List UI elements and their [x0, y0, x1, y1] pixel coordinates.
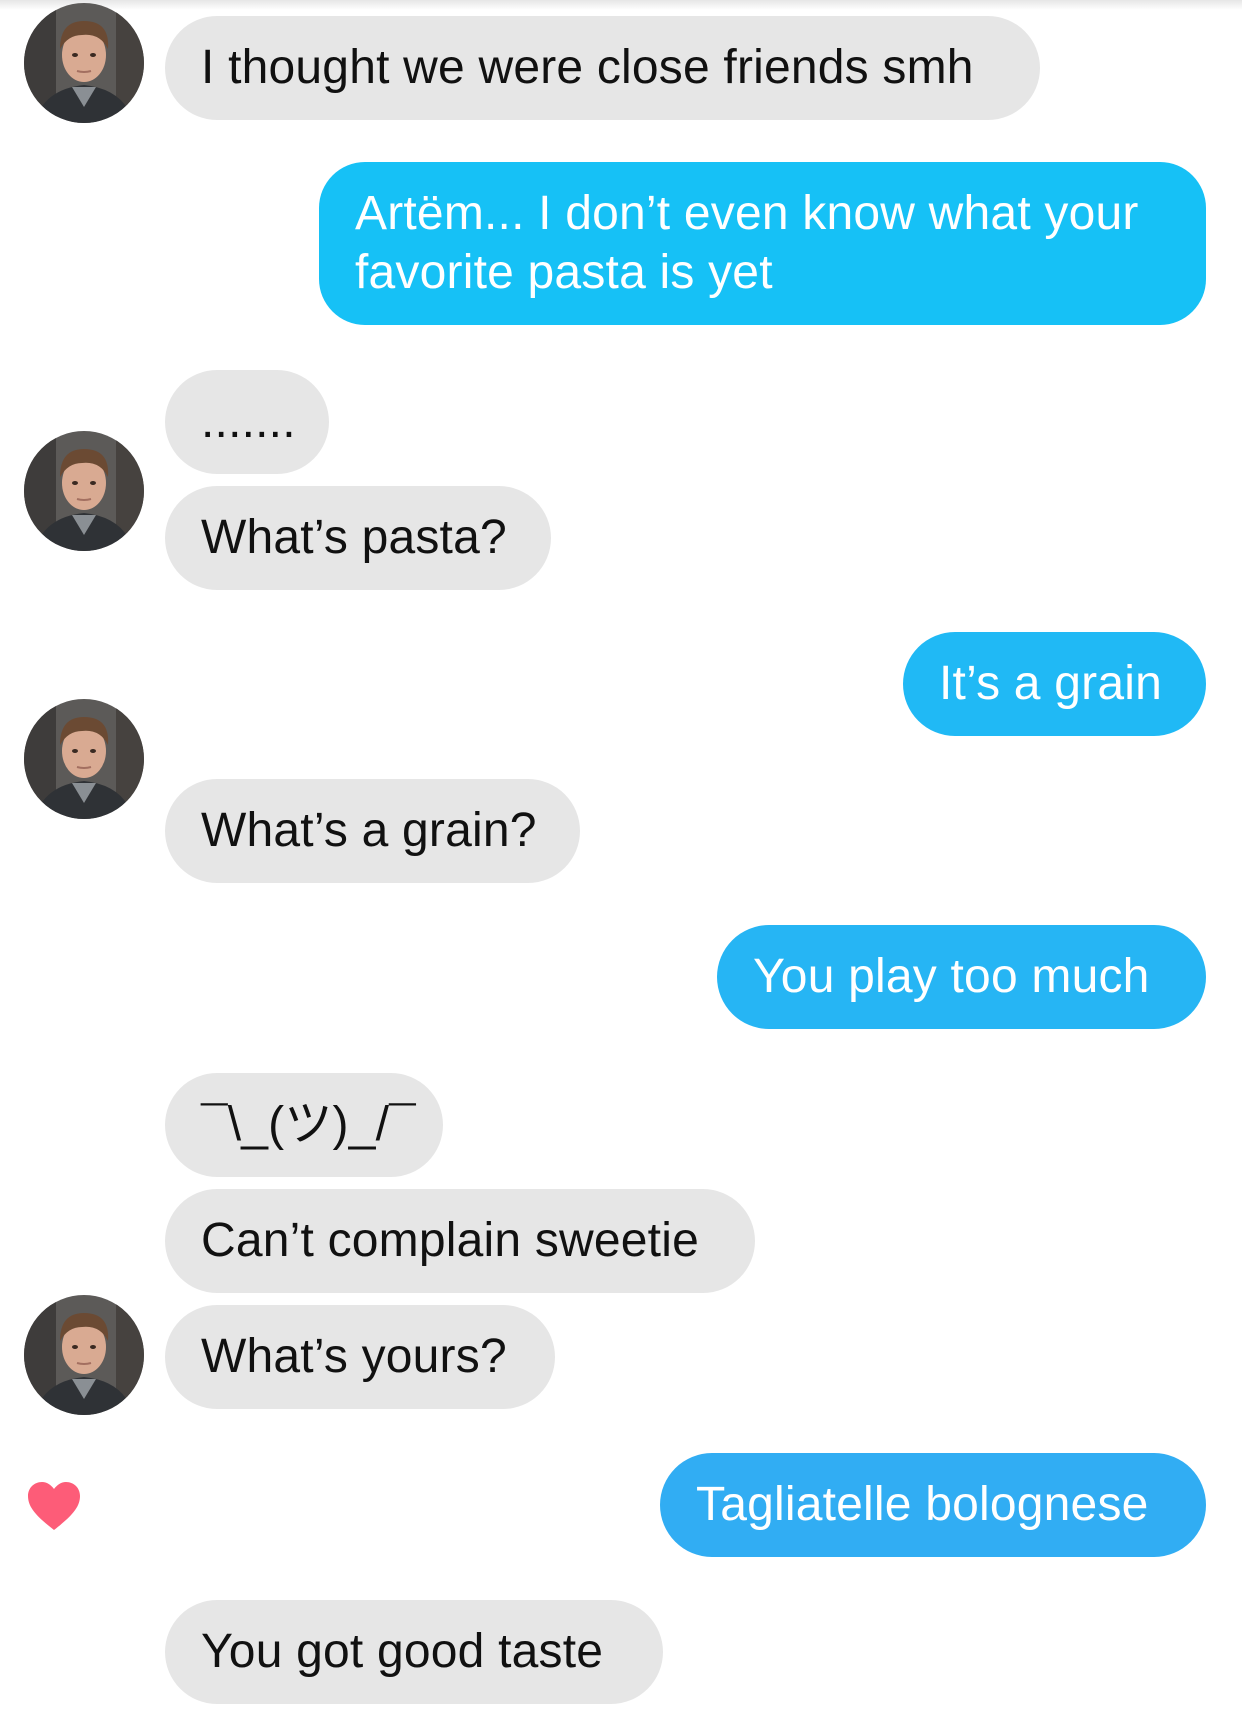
- message-bubble-incoming[interactable]: What’s a grain?: [165, 779, 580, 883]
- contact-avatar[interactable]: [24, 1295, 144, 1415]
- message-bubble-incoming[interactable]: What’s pasta?: [165, 486, 551, 590]
- contact-avatar[interactable]: [24, 431, 144, 551]
- message-bubble-outgoing[interactable]: Artëm... I don’t even know what your fav…: [319, 162, 1206, 325]
- avatar-photo: [24, 1295, 144, 1415]
- top-edge: [0, 0, 1242, 10]
- message-bubble-incoming[interactable]: ¯\_(ツ)_/¯: [165, 1073, 443, 1177]
- message-bubble-incoming[interactable]: You got good taste: [165, 1600, 663, 1704]
- message-bubble-incoming[interactable]: What’s yours?: [165, 1305, 555, 1409]
- message-bubble-outgoing[interactable]: You play too much: [717, 925, 1206, 1029]
- message-bubble-outgoing[interactable]: Tagliatelle bolognese: [660, 1453, 1206, 1557]
- heart-icon[interactable]: [26, 1480, 82, 1537]
- contact-avatar[interactable]: [24, 699, 144, 819]
- message-bubble-incoming[interactable]: Can’t complain sweetie: [165, 1189, 755, 1293]
- message-bubble-incoming[interactable]: I thought we were close friends smh: [165, 16, 1040, 120]
- message-bubble-outgoing[interactable]: It’s a grain: [903, 632, 1206, 736]
- avatar-photo: [24, 3, 144, 123]
- avatar-photo: [24, 699, 144, 819]
- avatar-photo: [24, 431, 144, 551]
- contact-avatar[interactable]: [24, 3, 144, 123]
- message-bubble-incoming[interactable]: .......: [165, 370, 329, 474]
- heart-glyph: [28, 1482, 80, 1530]
